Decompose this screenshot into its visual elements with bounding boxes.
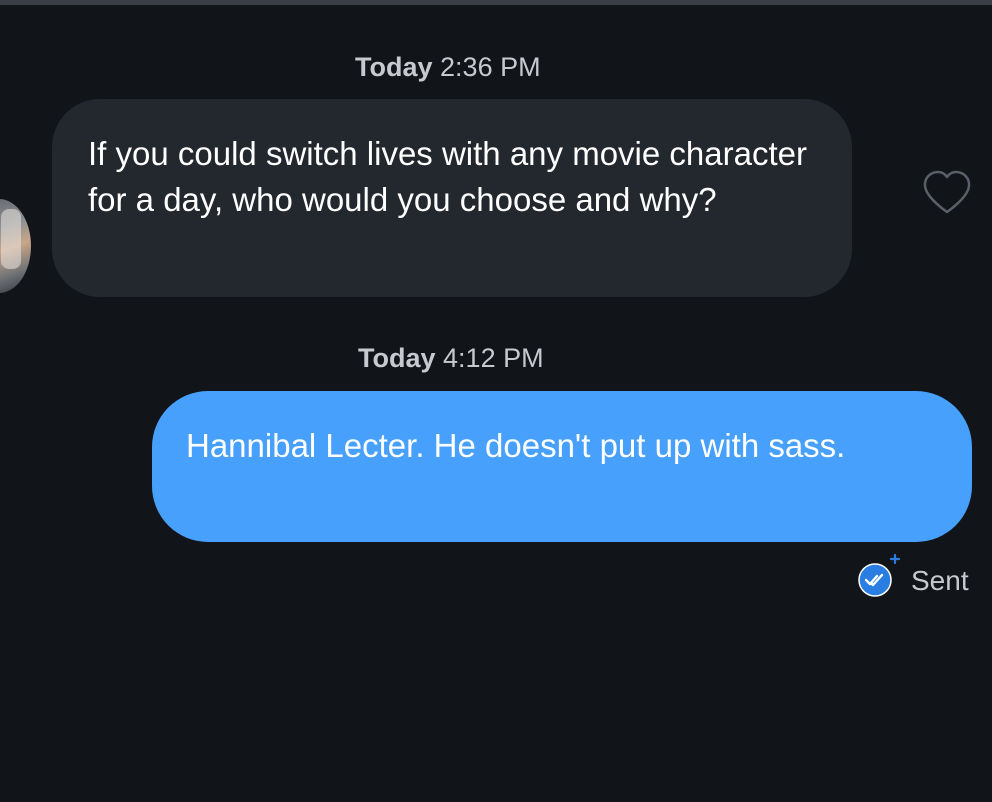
timestamp-time: 2:36 PM — [440, 52, 541, 82]
timestamp-time: 4:12 PM — [443, 343, 544, 373]
like-button[interactable] — [921, 168, 973, 218]
heart-outline-icon — [923, 170, 971, 214]
timestamp-day: Today — [358, 343, 436, 373]
chat-screen: Today 2:36 PM If you could switch lives … — [0, 0, 992, 802]
message-timestamp: Today 4:12 PM — [358, 343, 544, 374]
avatar[interactable] — [0, 199, 31, 293]
message-text: Hannibal Lecter. He doesn't put up with … — [186, 427, 846, 464]
double-check-icon — [858, 553, 901, 597]
timestamp-day: Today — [355, 52, 433, 82]
delivery-status: Sent — [856, 553, 986, 603]
message-text: If you could switch lives with any movie… — [88, 135, 807, 218]
top-divider — [0, 0, 992, 5]
message-timestamp: Today 2:36 PM — [355, 52, 541, 83]
avatar-photo-detail — [1, 209, 21, 269]
received-message-bubble[interactable]: If you could switch lives with any movie… — [52, 99, 852, 297]
sent-message-bubble[interactable]: Hannibal Lecter. He doesn't put up with … — [152, 391, 972, 542]
status-label: Sent — [911, 565, 969, 596]
